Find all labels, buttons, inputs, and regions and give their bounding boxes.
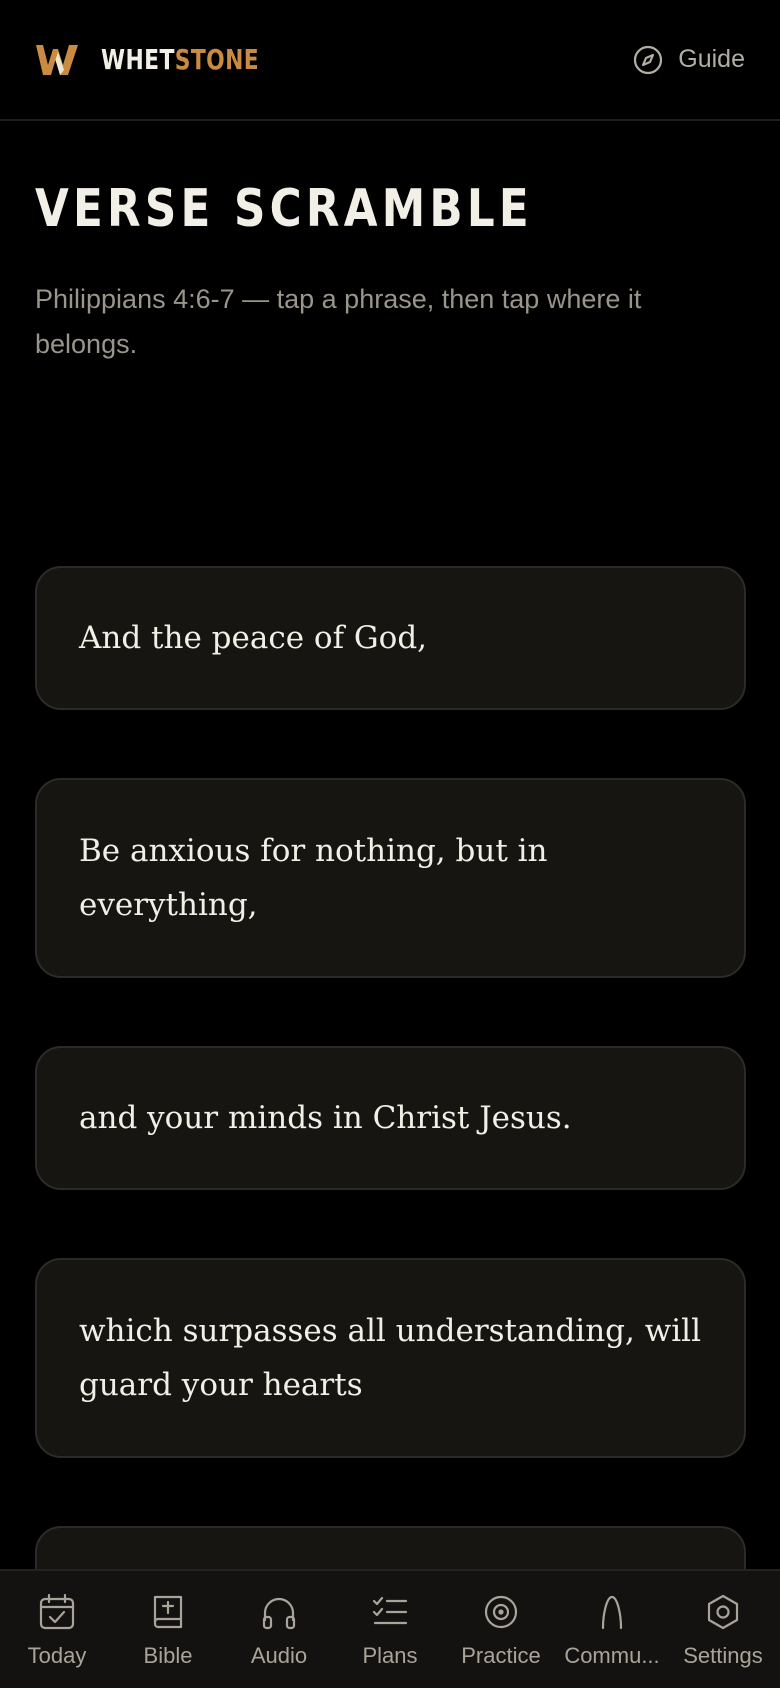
brand-name-whet: WHET: [101, 43, 175, 76]
bible-icon: [153, 1595, 183, 1629]
nav-label-audio: Audio: [250, 1643, 308, 1668]
nav-label-settings: Settings: [683, 1643, 763, 1668]
community-icon: [601, 1595, 623, 1630]
nav-label-practice: Practice: [461, 1643, 541, 1668]
nav-item-bible[interactable]: Bible: [113, 1571, 223, 1688]
phrase-card[interactable]: Be anxious for nothing, but in everythin…: [35, 778, 746, 978]
page-title: VERSE SCRAMBLE: [35, 179, 533, 239]
nav-item-today[interactable]: Today: [2, 1571, 112, 1688]
verse-scramble-main: VERSE SCRAMBLE Philippians 4:6-7 — tap a…: [35, 121, 746, 1688]
nav-item-practice[interactable]: Practice: [446, 1571, 556, 1688]
nav-item-community[interactable]: Commu...: [557, 1571, 667, 1688]
headphones-icon: [262, 1597, 296, 1630]
page-subtitle: Philippians 4:6-7 — tap a phrase, then t…: [35, 284, 642, 359]
nav-label-today: Today: [27, 1643, 87, 1668]
brand-name: WHETSTONE: [101, 43, 259, 76]
nav-item-plans[interactable]: Plans: [335, 1571, 445, 1688]
calendar-check-icon: [39, 1593, 75, 1630]
checklist-icon: [372, 1596, 408, 1625]
nav-label-bible: Bible: [143, 1643, 193, 1668]
phrase-card[interactable]: which surpasses all understanding, will …: [35, 1258, 746, 1458]
compass-icon: [634, 45, 663, 74]
brand-logo[interactable]: WHETSTONE: [35, 43, 304, 77]
hexagon-settings-icon: [707, 1594, 739, 1630]
target-icon: [484, 1595, 518, 1629]
nav-item-settings[interactable]: Settings: [668, 1571, 778, 1688]
nav-item-audio[interactable]: Audio: [224, 1571, 334, 1688]
nav-label-community: Commu...: [564, 1643, 660, 1668]
bottom-nav: Today Bible Audio Plans Practice Commu..…: [0, 1569, 780, 1688]
guide-button[interactable]: Guide: [632, 44, 745, 76]
guide-label: Guide: [678, 45, 745, 73]
whetstone-logo-icon: [36, 44, 78, 75]
nav-label-plans: Plans: [362, 1643, 418, 1668]
phrase-card[interactable]: And the peace of God,: [35, 566, 746, 710]
app-header: WHETSTONE Guide: [0, 0, 780, 121]
phrase-card[interactable]: and your minds in Christ Jesus.: [35, 1046, 746, 1190]
brand-name-stone: STONE: [174, 43, 260, 76]
